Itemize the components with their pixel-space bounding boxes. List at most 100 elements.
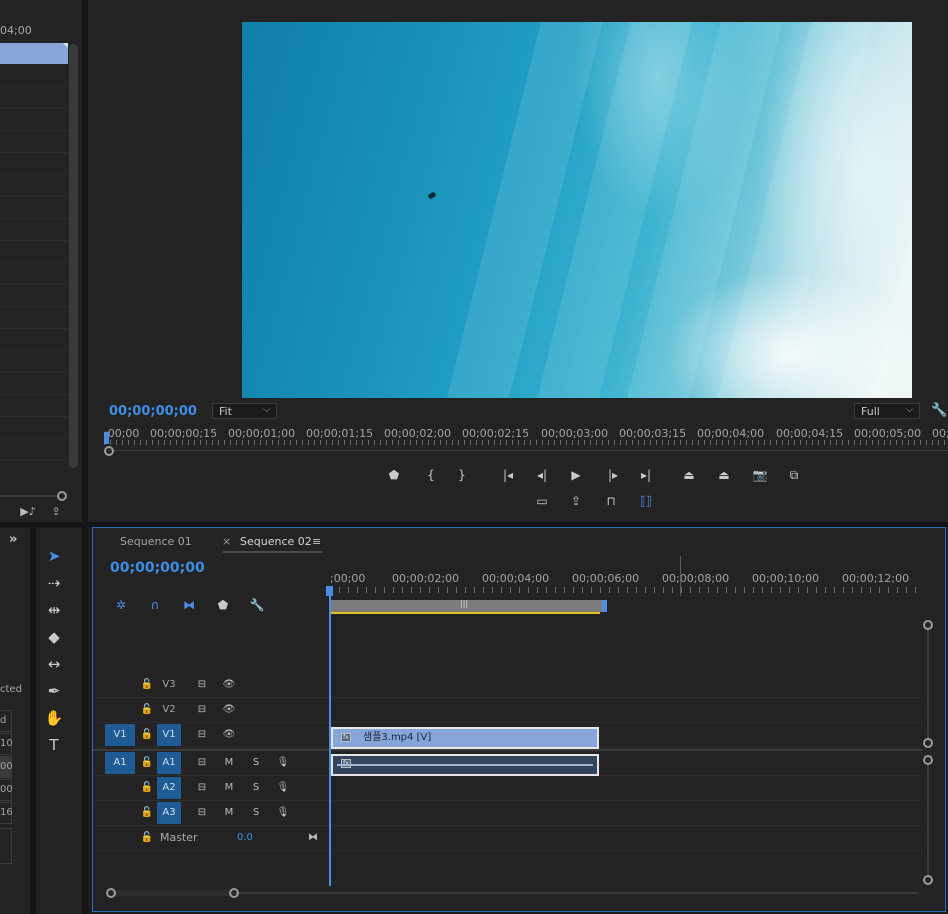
sync-lock-icon[interactable]: ⊟ — [194, 777, 210, 799]
scroll-handle[interactable] — [923, 755, 933, 765]
step-back-button[interactable]: ◂| — [532, 466, 552, 484]
safe-margins-button[interactable]: ▭ — [532, 492, 552, 510]
program-playhead[interactable] — [104, 432, 109, 444]
scroll-handle[interactable] — [106, 888, 116, 898]
tab-sequence-01[interactable]: Sequence 01 — [120, 535, 192, 548]
video-clip[interactable]: fx 샘플3.mp4 [V] — [331, 727, 599, 749]
timeline-time-ruler[interactable]: ;00;00 00;00;02;00 00;00;04;00 00;00;06;… — [330, 572, 922, 596]
pen-tool-icon[interactable]: ✒ — [42, 679, 66, 703]
work-area-end-handle[interactable] — [602, 600, 607, 612]
selection-tool-icon[interactable]: ➤ — [42, 544, 66, 568]
chevron-double-right-icon[interactable]: » — [9, 532, 17, 547]
work-area-bar[interactable]: ||| — [330, 599, 602, 612]
scroll-handle[interactable] — [57, 491, 67, 501]
close-icon[interactable]: × — [222, 535, 231, 548]
tab-sequence-02[interactable]: Sequence 02 — [240, 535, 312, 548]
sync-lock-icon[interactable]: ⊟ — [194, 674, 210, 696]
trim-mode-button[interactable]: ⟦⟧ — [636, 492, 656, 510]
ripple-edit-tool-icon[interactable]: ⇹ — [42, 598, 66, 622]
video-audio-divider[interactable] — [93, 749, 923, 751]
panel-divider[interactable] — [30, 528, 36, 914]
sync-lock-icon[interactable]: ⊟ — [194, 699, 210, 721]
source-patch-v1[interactable]: V1 — [105, 724, 135, 746]
snap-magnet-icon[interactable]: ∩ — [145, 596, 165, 614]
solo-button[interactable]: S — [248, 802, 264, 824]
nest-toggle-icon[interactable]: ✲ — [111, 596, 131, 614]
mark-out-button[interactable]: } — [452, 466, 472, 484]
eye-icon[interactable]: 👁 — [221, 674, 237, 696]
go-to-in-button[interactable]: |◂ — [498, 466, 518, 484]
slip-tool-icon[interactable]: ↔ — [42, 652, 66, 676]
source-horizontal-scrollbar[interactable] — [0, 495, 58, 497]
comparison-view-button[interactable]: ⧉ — [784, 466, 804, 484]
export-frame-button[interactable]: ⇪ — [566, 492, 586, 510]
scroll-handle[interactable] — [229, 888, 239, 898]
lift-button[interactable]: ⏏ — [679, 466, 699, 484]
wrench-icon[interactable]: 🔧 — [931, 403, 947, 418]
source-clip-bar[interactable] — [0, 43, 68, 64]
microphone-icon[interactable]: 🎙 — [275, 777, 291, 799]
lock-icon[interactable]: 🔓 — [139, 699, 155, 721]
audio-tracks-scrollbar[interactable] — [927, 764, 929, 874]
step-forward-button[interactable]: |▸ — [603, 466, 623, 484]
lock-icon[interactable]: 🔓 — [139, 752, 155, 774]
solo-button[interactable]: S — [248, 777, 264, 799]
sync-lock-icon[interactable]: ⊟ — [194, 802, 210, 824]
lock-icon[interactable]: 🔓 — [139, 802, 155, 824]
program-timecode[interactable]: 00;00;00;00 — [109, 404, 197, 419]
timeline-playhead-handle[interactable] — [326, 586, 333, 596]
track-label-v1[interactable]: V1 — [157, 724, 181, 746]
lock-icon[interactable]: 🔓 — [139, 827, 155, 849]
lock-icon[interactable]: 🔓 — [139, 674, 155, 696]
timeline-scroll-thumb[interactable] — [111, 890, 235, 896]
audio-play-icon[interactable]: ▶♪ — [20, 505, 36, 519]
linked-selection-icon[interactable]: ⧓ — [179, 596, 199, 614]
hamburger-menu-icon[interactable]: ≡ — [312, 535, 321, 548]
lock-icon[interactable]: 🔓 — [139, 777, 155, 799]
mute-button[interactable]: M — [221, 802, 237, 824]
multicam-button[interactable]: ⊓ — [601, 492, 621, 510]
eye-icon[interactable]: 👁 — [221, 724, 237, 746]
mute-button[interactable]: M — [221, 777, 237, 799]
track-select-tool-icon[interactable]: ⇢ — [42, 571, 66, 595]
wrench-icon[interactable]: 🔧 — [247, 596, 267, 614]
extract-button[interactable]: ⏏ — [714, 466, 734, 484]
track-label-a1[interactable]: A1 — [157, 752, 181, 774]
track-label-v2[interactable]: V2 — [157, 699, 181, 721]
add-marker-icon[interactable]: ⬟ — [213, 596, 233, 614]
scroll-handle[interactable] — [104, 446, 114, 456]
eye-icon[interactable]: 👁 — [221, 699, 237, 721]
zoom-level-select[interactable]: Fit ⌵ — [212, 403, 277, 419]
microphone-icon[interactable]: 🎙 — [275, 802, 291, 824]
camera-icon[interactable]: 📷 — [750, 466, 770, 484]
audio-clip[interactable]: fx — [331, 754, 599, 776]
track-label-a3[interactable]: A3 — [157, 802, 181, 824]
export-frame-icon[interactable]: ⇪ — [48, 505, 64, 519]
program-zoom-scrollbar[interactable] — [106, 450, 948, 451]
sync-lock-icon[interactable]: ⊟ — [194, 752, 210, 774]
mute-button[interactable]: M — [221, 752, 237, 774]
mark-in-button[interactable]: { — [421, 466, 441, 484]
timeline-timecode[interactable]: 00;00;00;00 — [110, 560, 205, 576]
microphone-icon[interactable]: 🎙 — [275, 752, 291, 774]
scroll-handle[interactable] — [923, 875, 933, 885]
play-button[interactable]: ▶ — [566, 466, 586, 484]
go-to-out-button[interactable]: ▸| — [636, 466, 656, 484]
lock-icon[interactable]: 🔓 — [139, 724, 155, 746]
hand-tool-icon[interactable]: ✋ — [42, 706, 66, 730]
solo-button[interactable]: S — [248, 752, 264, 774]
razor-tool-icon[interactable]: ◆ — [42, 625, 66, 649]
playback-resolution-select[interactable]: Full ⌵ — [854, 403, 920, 419]
timeline-playhead[interactable] — [329, 586, 331, 886]
track-label-v3[interactable]: V3 — [157, 674, 181, 696]
scroll-handle[interactable] — [923, 738, 933, 748]
add-marker-button[interactable]: ⬟ — [384, 466, 404, 484]
track-label-a2[interactable]: A2 — [157, 777, 181, 799]
video-tracks-scrollbar[interactable] — [927, 628, 929, 740]
program-time-ruler[interactable]: :00;00 00;00;00;15 00;00;01;00 00;00;01;… — [104, 425, 948, 445]
source-vertical-scrollbar[interactable] — [69, 44, 78, 468]
source-patch-a1[interactable]: A1 — [105, 752, 135, 774]
go-to-end-icon[interactable]: ⧓ — [305, 827, 321, 849]
scroll-handle[interactable] — [923, 620, 933, 630]
type-tool-icon[interactable]: T — [42, 733, 66, 757]
